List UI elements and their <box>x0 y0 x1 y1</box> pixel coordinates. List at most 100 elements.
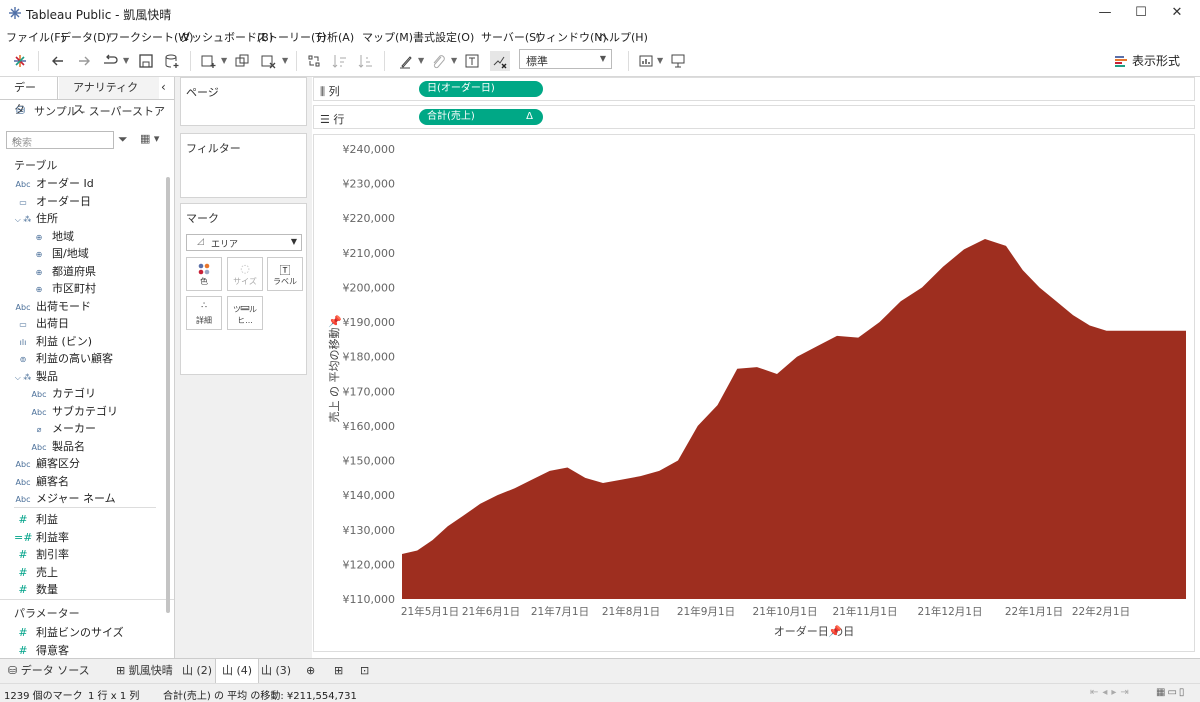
redo-icon[interactable] <box>74 51 94 71</box>
columns-pill[interactable]: 日(オーダー日) <box>419 81 543 97</box>
bar-chart-icon[interactable] <box>636 51 656 71</box>
tooltip-button[interactable]: ▭ ツールヒ... <box>227 296 263 330</box>
new-worksheet-icon[interactable] <box>198 51 218 71</box>
undo-icon[interactable] <box>48 51 68 71</box>
menu-server[interactable]: サーバー(S) <box>481 29 540 45</box>
mark-type-select[interactable]: ◿ エリア ▼ <box>186 234 302 251</box>
y-axis-title[interactable]: 売上 の 平均の移動 <box>327 328 341 423</box>
sort-ascending-icon[interactable] <box>330 51 350 71</box>
presentation-mode-icon[interactable] <box>668 51 688 71</box>
chevron-down-icon[interactable]: ▼ <box>451 56 457 65</box>
field-item[interactable]: ⊕ 国/地域 <box>30 245 89 262</box>
measure-item[interactable]: # 利益 <box>14 511 58 528</box>
field-item[interactable]: ▭ オーダー日 <box>14 193 91 210</box>
tab-data[interactable]: データ <box>0 77 58 116</box>
field-item[interactable]: ⊕ 都道府県 <box>30 263 96 280</box>
rows-pill[interactable]: 合計(売上) Δ <box>419 109 543 125</box>
field-item[interactable]: ⌵ ⁂ 製品 <box>14 368 58 385</box>
group-clip-icon[interactable] <box>428 51 448 71</box>
menu-window[interactable]: ウィンドウ(N) <box>535 29 607 45</box>
field-list-scrollbar[interactable] <box>166 177 170 613</box>
tab-datasource[interactable]: ⛁ データ ソース <box>2 659 96 683</box>
field-item[interactable]: Abc 顧客区分 <box>14 455 80 472</box>
field-item[interactable]: Abc サブカテゴリ <box>30 403 118 420</box>
measure-item[interactable]: # 割引率 <box>14 546 69 563</box>
rows-shelf[interactable]: ☰ 行 合計(売上) Δ <box>313 105 1195 129</box>
field-item[interactable]: Abc メジャー ネーム <box>14 490 116 507</box>
measure-icon: # <box>18 513 28 526</box>
x-axis-title[interactable]: オーダー日 の日 <box>774 624 855 638</box>
sheet-view-icons[interactable]: ▦▭▯ <box>1156 687 1186 698</box>
menu-help[interactable]: ヘルプ(H) <box>598 29 648 45</box>
menu-file[interactable]: ファイル(F) <box>6 29 65 45</box>
field-item[interactable]: Abc 製品名 <box>30 438 85 455</box>
chevron-down-icon[interactable]: ▼ <box>221 56 227 65</box>
columns-shelf[interactable]: ⫼ 列 日(オーダー日) <box>313 77 1195 101</box>
field-item[interactable]: Abc オーダー Id <box>14 175 94 192</box>
menu-analysis[interactable]: 分析(A) <box>316 29 354 45</box>
field-item[interactable]: ⊕ 地域 <box>30 228 74 245</box>
field-item[interactable]: ▭ 出荷日 <box>14 315 69 332</box>
swap-rows-columns-icon[interactable] <box>304 51 324 71</box>
filter-icon[interactable]: ⏷ <box>118 132 128 147</box>
area-chart[interactable]: ¥110,000 ¥120,000 ¥130,000 ¥140,000 ¥150,000… <box>314 135 1194 651</box>
detail-button[interactable]: ∴ 詳細 <box>186 296 222 330</box>
field-item[interactable]: ⊚ 利益の高い顧客 <box>14 350 113 367</box>
menu-data[interactable]: データ(D) <box>60 29 110 45</box>
label-button[interactable]: 🅃 ラベル <box>267 257 303 291</box>
datasource-name[interactable]: サンプル - スーパーストア <box>34 103 165 119</box>
measure-item[interactable]: =# 利益率 <box>14 529 69 546</box>
sheet-nav-icons[interactable]: ⇤◂▸⇥ <box>1090 687 1133 698</box>
show-me-button[interactable]: 表示形式 <box>1115 52 1180 69</box>
field-item[interactable]: Abc 顧客名 <box>14 473 69 490</box>
field-item[interactable]: ⌵ ⁂ 住所 <box>14 210 58 227</box>
measure-item[interactable]: # 売上 <box>14 564 58 581</box>
pin-icon[interactable]: 📌 <box>828 624 842 638</box>
field-item[interactable]: ⊕ 市区町村 <box>30 280 96 297</box>
chevron-down-icon[interactable]: ▼ <box>282 56 288 65</box>
tab-sheet-gaifu[interactable]: ⊞ 凱風快晴 <box>110 659 179 683</box>
tableau-home-icon[interactable] <box>10 51 30 71</box>
area-series[interactable] <box>402 239 1186 599</box>
fix-axes-icon[interactable] <box>490 51 510 71</box>
pages-card[interactable]: ページ <box>180 77 307 126</box>
field-search-input[interactable]: 検索 ⌕ <box>6 131 114 149</box>
tab-sheet-mountain-3[interactable]: 山 (3) <box>255 659 297 683</box>
replay-icon[interactable] <box>100 51 120 71</box>
duplicate-sheet-icon[interactable] <box>232 51 252 71</box>
view-list-icon[interactable]: ▦ ▾ <box>140 132 159 145</box>
parameter-item[interactable]: # 利益ビンのサイズ <box>14 624 123 641</box>
new-worksheet-tab-icon[interactable]: ⊕ <box>300 659 321 683</box>
field-item[interactable]: Abc カテゴリ <box>30 385 96 402</box>
chevron-down-icon[interactable]: ▼ <box>657 56 663 65</box>
chevron-down-icon[interactable]: ▼ <box>418 56 424 65</box>
size-button[interactable]: ◌ サイズ <box>227 257 263 291</box>
field-item[interactable]: Abc 出荷モード <box>14 298 91 315</box>
highlight-pen-icon[interactable] <box>396 51 416 71</box>
save-icon[interactable] <box>136 51 156 71</box>
fit-select[interactable]: 標準 ▼ <box>519 49 612 69</box>
collapse-pane-icon[interactable]: ‹ <box>161 80 166 94</box>
menu-map[interactable]: マップ(M) <box>362 29 413 45</box>
chevron-down-icon[interactable]: ▼ <box>123 56 129 65</box>
tab-analytics[interactable]: アナリティクス <box>59 77 159 116</box>
new-story-tab-icon[interactable]: ⊡ <box>354 659 375 683</box>
clear-sheet-icon[interactable] <box>258 51 278 71</box>
worksheet-view[interactable]: ¥110,000 ¥120,000 ¥130,000 ¥140,000 ¥150,000… <box>313 134 1195 652</box>
tab-sheet-mountain-4[interactable]: 山 (4) <box>215 659 260 683</box>
menu-format[interactable]: 書式設定(O) <box>413 29 474 45</box>
measure-item[interactable]: # 数量 <box>14 581 58 598</box>
close-button[interactable]: ✕ <box>1154 0 1200 26</box>
new-dashboard-tab-icon[interactable]: ⊞ <box>328 659 349 683</box>
show-labels-icon[interactable] <box>462 51 482 71</box>
sort-descending-icon[interactable] <box>356 51 376 71</box>
color-button[interactable]: 色 <box>186 257 222 291</box>
x-tick-label: 22年2月1日 <box>1072 605 1130 618</box>
filters-card[interactable]: フィルター <box>180 133 307 198</box>
tab-sheet-mountain-2[interactable]: 山 (2) <box>176 659 218 683</box>
pin-icon[interactable]: 📌 <box>328 314 342 328</box>
parameter-item[interactable]: # 得意客 <box>14 642 69 659</box>
field-item[interactable]: ⌀ メーカー <box>30 420 96 437</box>
new-datasource-icon[interactable] <box>162 51 182 71</box>
field-item[interactable]: ılı 利益 (ビン) <box>14 333 92 350</box>
